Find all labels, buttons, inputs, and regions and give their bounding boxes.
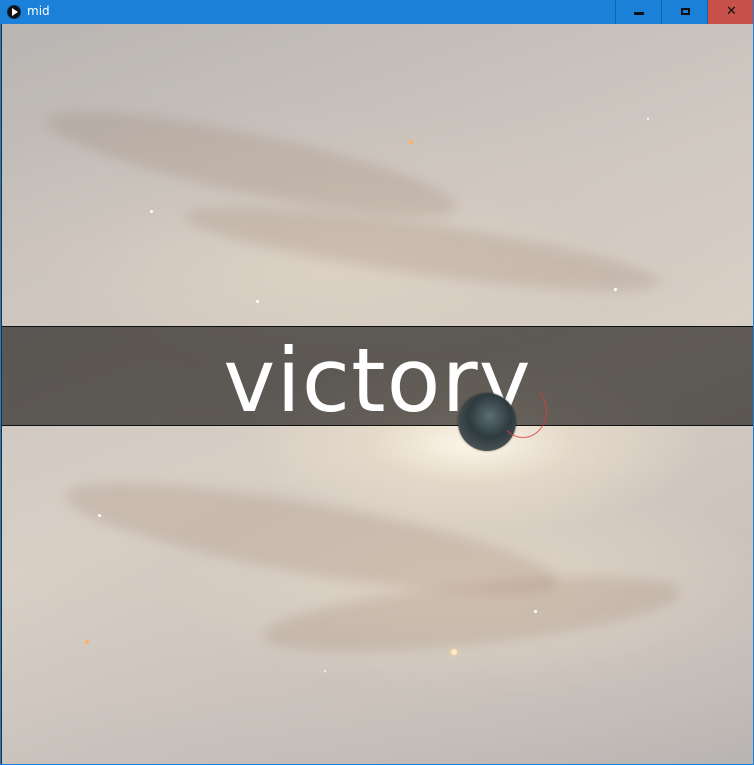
play-icon	[7, 5, 21, 19]
star	[98, 514, 101, 517]
star	[451, 649, 457, 655]
star	[647, 118, 649, 120]
minimize-icon	[634, 12, 644, 15]
star	[85, 640, 89, 644]
close-button[interactable]: ✕	[707, 0, 753, 24]
title-bar[interactable]: mid ✕	[1, 0, 753, 24]
star	[534, 610, 537, 613]
maximize-button[interactable]	[661, 0, 707, 24]
close-icon: ✕	[726, 4, 737, 19]
window-title: mid	[27, 4, 50, 18]
star	[256, 300, 259, 303]
target-ring	[499, 384, 547, 438]
minimize-button[interactable]	[615, 0, 661, 24]
star	[324, 670, 326, 672]
victory-text: victory	[223, 329, 532, 432]
star	[150, 210, 153, 213]
star	[614, 288, 617, 291]
star	[409, 140, 413, 144]
game-window: mid ✕ victory	[0, 0, 754, 765]
maximize-icon	[681, 8, 690, 15]
victory-banner: victory	[2, 326, 753, 432]
